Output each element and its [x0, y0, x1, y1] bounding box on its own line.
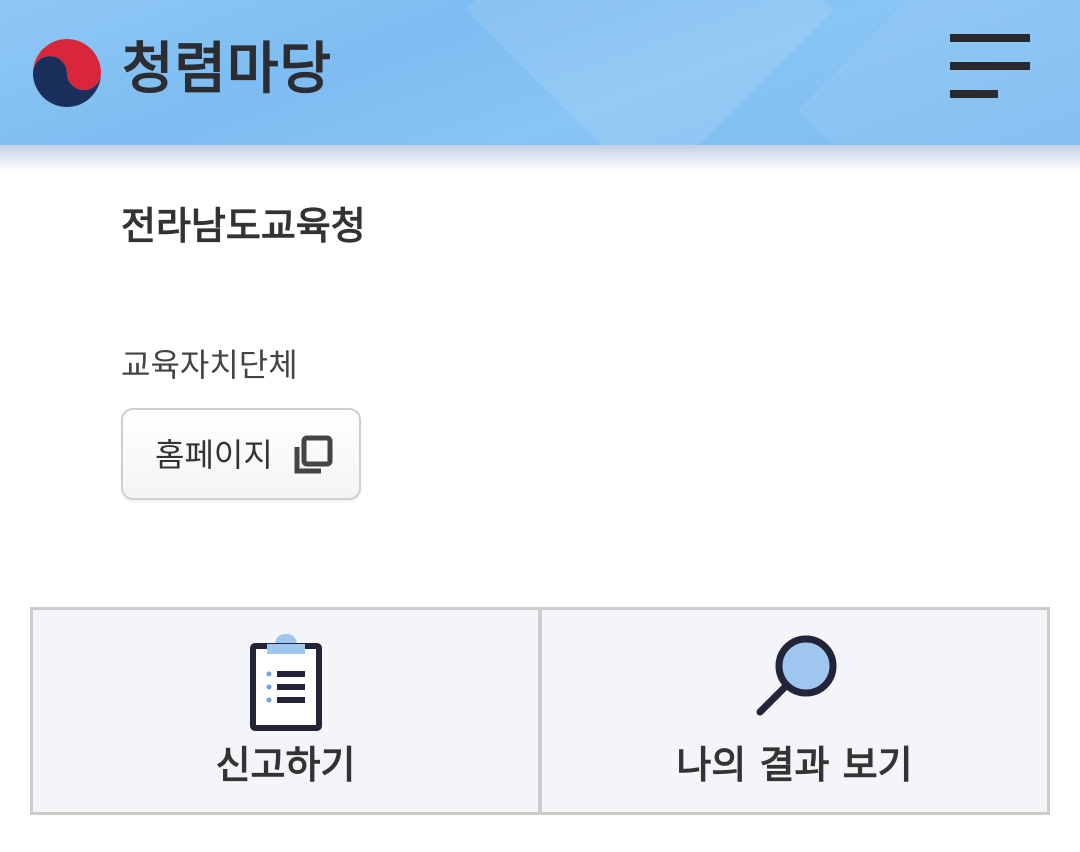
clipboard-icon [249, 634, 322, 731]
external-window-icon [294, 435, 333, 474]
app-title[interactable]: 청렴마당 [122, 30, 332, 110]
action-grid: 신고하기 나의 결과 보기 [30, 607, 1050, 815]
my-results-label: 나의 결과 보기 [676, 743, 913, 787]
my-results-button[interactable]: 나의 결과 보기 [542, 610, 1047, 812]
hamburger-menu-icon[interactable] [950, 34, 1030, 104]
homepage-button[interactable]: 홈페이지 [121, 408, 361, 500]
homepage-button-label: 홈페이지 [155, 436, 273, 474]
organization-name: 전라남도교육청 [121, 204, 366, 248]
taegeuk-logo-icon[interactable] [30, 36, 104, 110]
autonomy-label: 교육자치단체 [121, 346, 298, 384]
report-label: 신고하기 [215, 743, 356, 787]
report-button[interactable]: 신고하기 [33, 610, 538, 812]
magnifier-icon [756, 635, 836, 716]
header-shadow [0, 145, 1080, 171]
